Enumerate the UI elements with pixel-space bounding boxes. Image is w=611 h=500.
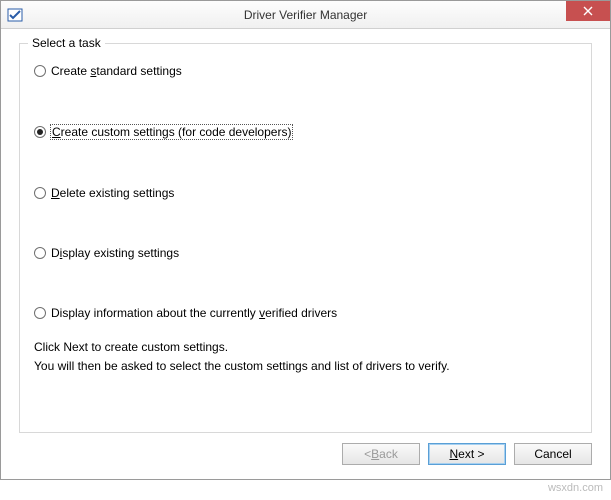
radio-icon bbox=[34, 247, 46, 259]
titlebar: Driver Verifier Manager bbox=[1, 1, 610, 29]
back-button[interactable]: < Back bbox=[342, 443, 420, 465]
help-line-1: Click Next to create custom settings. bbox=[34, 338, 577, 357]
watermark: wsxdn.com bbox=[548, 482, 603, 494]
radio-display-existing[interactable]: Display existing settings bbox=[34, 246, 577, 260]
radio-icon bbox=[34, 307, 46, 319]
radio-label: Display information about the currently … bbox=[50, 306, 338, 320]
cancel-button[interactable]: Cancel bbox=[514, 443, 592, 465]
button-row: < Back Next > Cancel bbox=[19, 433, 592, 469]
radio-icon bbox=[34, 126, 46, 138]
radio-create-standard[interactable]: Create standard settings bbox=[34, 64, 577, 78]
radio-label: Create standard settings bbox=[50, 64, 183, 78]
task-groupbox: Select a task Create standard settings C… bbox=[19, 43, 592, 433]
next-button[interactable]: Next > bbox=[428, 443, 506, 465]
app-icon bbox=[7, 7, 23, 23]
radio-display-info[interactable]: Display information about the currently … bbox=[34, 306, 577, 320]
help-text: Click Next to create custom settings. Yo… bbox=[34, 338, 577, 376]
radio-icon bbox=[34, 65, 46, 77]
radio-label: Create custom settings (for code develop… bbox=[50, 124, 293, 140]
window-frame: Driver Verifier Manager Select a task Cr… bbox=[0, 0, 611, 480]
help-line-2: You will then be asked to select the cus… bbox=[34, 357, 577, 376]
radio-icon bbox=[34, 187, 46, 199]
radio-label: Delete existing settings bbox=[50, 186, 175, 200]
content-area: Select a task Create standard settings C… bbox=[1, 29, 610, 479]
window-title: Driver Verifier Manager bbox=[1, 8, 610, 22]
radio-delete-existing[interactable]: Delete existing settings bbox=[34, 186, 577, 200]
close-button[interactable] bbox=[566, 1, 610, 21]
radio-label: Display existing settings bbox=[50, 246, 180, 260]
radio-create-custom[interactable]: Create custom settings (for code develop… bbox=[34, 124, 577, 140]
group-label: Select a task bbox=[28, 36, 105, 50]
